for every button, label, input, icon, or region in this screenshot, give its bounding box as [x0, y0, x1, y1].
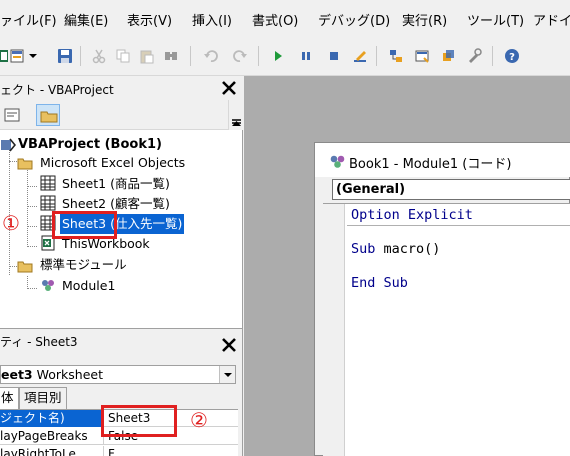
menu-tools[interactable]: ツール(T): [467, 10, 524, 29]
undo-icon[interactable]: [203, 48, 219, 64]
find-icon[interactable]: [163, 48, 179, 64]
property-row[interactable]: layRightToLe F...: [0, 446, 238, 456]
menu-bar: ァイル(F) 編集(E) 表示(V) 挿入(I) 書式(O) デバッグ(D) 実…: [0, 0, 570, 36]
property-value[interactable]: F...: [108, 446, 124, 456]
design-mode-icon[interactable]: [352, 48, 368, 64]
annotation-highlight-2: [101, 405, 177, 437]
object-type: Worksheet: [32, 367, 103, 382]
help-icon[interactable]: ?: [504, 48, 520, 64]
tree-item-module1[interactable]: Module1: [62, 276, 115, 296]
project-explorer-title: ェクト - VBAProject: [0, 83, 114, 97]
code-editor[interactable]: Option Explicit Sub macro() End Sub: [323, 203, 570, 456]
view-code-icon[interactable]: [2, 105, 22, 125]
mdi-workspace: Book1 - Module1 (コード) (General) Option E…: [244, 76, 570, 456]
sheet3-caption: (仕入先一覧): [106, 216, 183, 231]
worksheet-icon: [40, 175, 56, 191]
tree-item-excel-objects[interactable]: Microsoft Excel Objects: [40, 153, 185, 173]
menu-view[interactable]: 表示(V): [127, 10, 172, 29]
property-name: layPageBreaks: [0, 428, 104, 445]
menu-insert[interactable]: 挿入(I): [192, 10, 232, 29]
excel-icon[interactable]: [0, 48, 10, 64]
tab-categorized[interactable]: 項目別: [19, 387, 67, 409]
object-browser-icon[interactable]: [440, 48, 456, 64]
code-window: Book1 - Module1 (コード) (General) Option E…: [314, 142, 570, 456]
properties-icon[interactable]: [414, 48, 430, 64]
code-line-sub: Sub macro(): [351, 241, 440, 257]
properties-titlebar: ティ - Sheet3: [0, 329, 243, 363]
annotation-marker-2: ②: [190, 408, 208, 432]
vba-project-icon: [0, 137, 16, 153]
toolbox-icon[interactable]: [466, 48, 482, 64]
module-icon: [329, 152, 347, 170]
cut-icon[interactable]: [91, 48, 107, 64]
tree-item-standard-modules[interactable]: 標準モジュール: [40, 255, 127, 275]
close-icon[interactable]: [218, 334, 240, 356]
object-select-value: (General): [336, 182, 406, 197]
object-name: eet3: [1, 367, 33, 382]
project-explorer-icon[interactable]: [388, 48, 404, 64]
code-line-option-explicit: Option Explicit: [351, 207, 473, 223]
project-tree: VBAProject (Book1) Microsoft Excel Objec…: [0, 130, 243, 328]
project-explorer-toolbar: [0, 100, 243, 130]
annotation-marker-1: ①: [2, 211, 20, 235]
break-icon[interactable]: [298, 48, 314, 64]
chevron-down-icon[interactable]: [219, 366, 235, 383]
menu-format[interactable]: 書式(O): [252, 10, 298, 29]
toggle-folders-icon[interactable]: [36, 104, 60, 126]
property-name: ジェクト名): [0, 410, 104, 427]
paste-icon[interactable]: [139, 48, 155, 64]
project-explorer-pane: ェクト - VBAProject VBAProject (Book1) Micr…: [0, 76, 243, 328]
code-window-title: Book1 - Module1 (コード): [349, 157, 512, 172]
insert-module-icon[interactable]: [10, 48, 40, 64]
menu-debug[interactable]: デバッグ(D): [318, 10, 390, 29]
code-text: macro(): [375, 241, 441, 257]
code-window-titlebar[interactable]: Book1 - Module1 (コード): [315, 143, 570, 177]
annotation-highlight-1: [52, 211, 117, 239]
properties-object-select[interactable]: eet3 Worksheet: [0, 365, 236, 384]
tree-item-vbaproject[interactable]: VBAProject (Book1): [18, 135, 162, 155]
save-icon[interactable]: [57, 48, 73, 64]
redo-icon[interactable]: [232, 48, 248, 64]
properties-pane: ティ - Sheet3 eet3 Worksheet 体 項目別 ジェクト名) …: [0, 328, 243, 456]
svg-text:?: ?: [509, 52, 515, 63]
menu-run[interactable]: 実行(R): [402, 10, 447, 29]
properties-title: ティ - Sheet3: [0, 335, 78, 349]
module-icon: [40, 277, 56, 293]
property-name: layRightToLe: [0, 446, 104, 456]
object-select[interactable]: (General): [332, 179, 570, 200]
tab-alphabetic[interactable]: 体: [0, 387, 19, 409]
menu-file[interactable]: ァイル(F): [0, 10, 57, 29]
close-icon[interactable]: [218, 77, 240, 99]
standard-toolbar: ?: [0, 36, 570, 76]
code-margin: [323, 204, 345, 456]
project-explorer-scrollbar[interactable]: [228, 100, 243, 130]
procedure-separator: [347, 225, 570, 226]
code-keyword: Sub: [351, 241, 376, 257]
copy-icon[interactable]: [115, 48, 131, 64]
menu-addins[interactable]: アドイ: [533, 10, 570, 29]
project-explorer-titlebar: ェクト - VBAProject: [0, 76, 243, 100]
menu-edit[interactable]: 編集(E): [64, 10, 108, 29]
tree-item-sheet1[interactable]: Sheet1 (商品一覧): [62, 174, 170, 194]
run-icon[interactable]: [270, 48, 286, 64]
worksheet-icon: [40, 195, 56, 211]
reset-icon[interactable]: [326, 48, 342, 64]
folder-icon: [17, 258, 33, 274]
folder-icon: [17, 155, 33, 171]
code-line-end-sub: End Sub: [351, 275, 408, 291]
